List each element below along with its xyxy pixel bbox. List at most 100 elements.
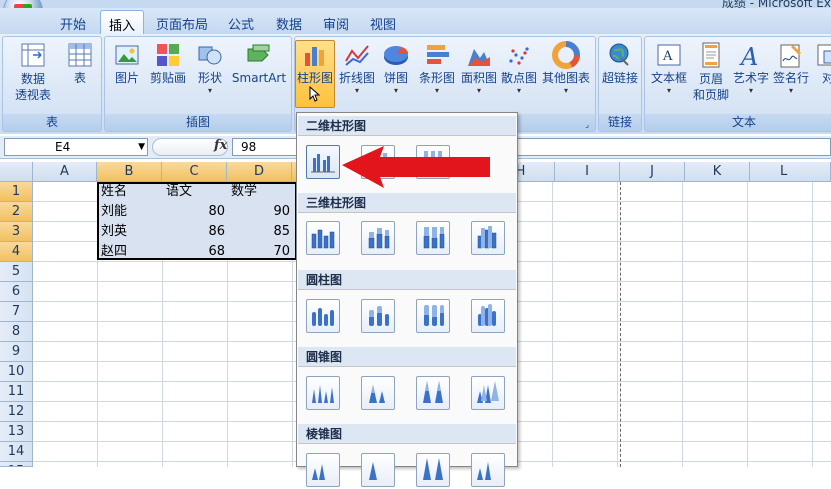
page-break-line — [620, 182, 621, 467]
cell-b3[interactable]: 刘英 — [101, 222, 127, 242]
signature-line-button[interactable]: 签名行 ▾ — [771, 41, 811, 95]
group-label-tables: 表 — [3, 114, 101, 131]
row-header-12[interactable]: 12 — [0, 402, 33, 422]
select-all-button[interactable] — [0, 162, 33, 182]
cell-b4[interactable]: 赵四 — [101, 242, 127, 262]
100-stacked-cylinder-option[interactable] — [416, 299, 450, 333]
column-header-k[interactable]: K — [685, 162, 750, 182]
group-label-text: 文本 — [645, 114, 831, 131]
hyperlink-button[interactable]: 超链接 — [599, 41, 641, 86]
object-button[interactable]: 对 — [815, 41, 831, 86]
wordart-button[interactable]: A 艺术字 ▾ — [731, 41, 771, 95]
cell-d3[interactable]: 85 — [231, 222, 290, 242]
column-header-a[interactable]: A — [33, 162, 97, 182]
3d-cylinder-option[interactable] — [471, 299, 505, 333]
other-charts-button[interactable]: 其他图表 ▾ — [539, 41, 593, 95]
pivot-table-icon — [19, 41, 47, 69]
clustered-cylinder-icon — [312, 308, 334, 326]
cell-c4[interactable]: 68 — [166, 242, 225, 262]
3d-stacked-column-icon — [368, 228, 390, 249]
row-header-5[interactable]: 5 — [0, 262, 33, 282]
clustered-cone-option[interactable] — [306, 376, 340, 410]
stacked-cone-option[interactable] — [361, 376, 395, 410]
cell-d1[interactable]: 数学 — [231, 182, 257, 202]
textbox-button[interactable]: A 文本框 ▾ — [649, 41, 689, 95]
stacked-pyramid-option[interactable] — [361, 453, 395, 487]
row-header-13[interactable]: 13 — [0, 422, 33, 442]
row-header-3[interactable]: 3 — [0, 222, 33, 242]
column-header-c[interactable]: C — [162, 162, 227, 182]
row-header-7[interactable]: 7 — [0, 302, 33, 322]
3d-column-option[interactable] — [471, 221, 505, 255]
column-header-l[interactable]: L — [750, 162, 831, 182]
3d-cone-option[interactable] — [471, 376, 505, 410]
group-tables: 数据 透视表 表 表 — [2, 36, 102, 132]
line-chart-button[interactable]: 折线图 ▾ — [337, 41, 377, 95]
signature-icon — [777, 41, 805, 69]
row-header-15[interactable]: 15 — [0, 462, 33, 467]
cell-d4[interactable]: 70 — [231, 242, 290, 262]
tab-home[interactable]: 开始 — [60, 14, 86, 33]
area-chart-button[interactable]: 面积图 ▾ — [459, 41, 499, 95]
clipart-button[interactable]: 剪贴画 — [147, 41, 189, 86]
tab-view[interactable]: 视图 — [370, 14, 396, 33]
cell-b1[interactable]: 姓名 — [101, 182, 127, 202]
3d-pyramid-option[interactable] — [471, 453, 505, 487]
stacked-cylinder-option[interactable] — [361, 299, 395, 333]
3d-stacked-column-option[interactable] — [361, 221, 395, 255]
title-bar: 成绩 - Microsoft Ex — [0, 0, 831, 10]
pivot-table-button[interactable]: 数据 透视表 — [9, 41, 57, 103]
textbox-icon: A — [655, 41, 683, 69]
shapes-button[interactable]: 形状 ▾ — [193, 41, 227, 95]
column-header-i[interactable]: I — [555, 162, 620, 182]
cell-b2[interactable]: 刘能 — [101, 202, 127, 222]
row-header-4[interactable]: 4 — [0, 242, 33, 262]
column-header-d[interactable]: D — [227, 162, 292, 182]
row-header-11[interactable]: 11 — [0, 382, 33, 402]
shapes-icon — [196, 41, 224, 69]
tab-page-layout[interactable]: 页面布局 — [156, 14, 208, 33]
cell-d2[interactable]: 90 — [231, 202, 290, 222]
row-header-14[interactable]: 14 — [0, 442, 33, 462]
100-stacked-pyramid-option[interactable] — [416, 453, 450, 487]
clipart-icon — [154, 41, 182, 69]
column-header-b[interactable]: B — [97, 162, 162, 182]
row-header-9[interactable]: 9 — [0, 342, 33, 362]
pie-chart-button[interactable]: 饼图 ▾ — [379, 41, 413, 95]
bar-chart-button[interactable]: 条形图 ▾ — [415, 41, 459, 95]
object-icon — [815, 41, 831, 69]
clustered-cylinder-option[interactable] — [306, 299, 340, 333]
row-header-10[interactable]: 10 — [0, 362, 33, 382]
cell-c1[interactable]: 语文 — [166, 182, 192, 202]
100-stacked-cone-option[interactable] — [416, 376, 450, 410]
3d-clustered-column-option[interactable] — [306, 221, 340, 255]
scatter-chart-button[interactable]: 散点图 ▾ — [499, 41, 539, 95]
table-button[interactable]: 表 — [65, 41, 95, 86]
picture-button[interactable]: 图片 — [111, 41, 143, 86]
column-chart-button[interactable]: 柱形图 — [295, 40, 335, 108]
smartart-button[interactable]: SmartArt — [229, 41, 289, 86]
name-box[interactable]: E4 ▼ — [4, 138, 148, 156]
chevron-down-icon: ▾ — [354, 86, 359, 95]
tab-formulas[interactable]: 公式 — [228, 14, 254, 33]
row-header-1[interactable]: 1 — [0, 182, 33, 202]
cell-c3[interactable]: 86 — [166, 222, 225, 242]
cell-c2[interactable]: 80 — [166, 202, 225, 222]
column-header-j[interactable]: J — [620, 162, 685, 182]
insert-function-icon[interactable]: fx — [214, 138, 227, 153]
dialog-launcher-icon[interactable]: ⌟ — [585, 120, 589, 129]
tab-insert[interactable]: 插入 — [100, 10, 145, 34]
row-header-8[interactable]: 8 — [0, 322, 33, 342]
clustered-pyramid-option[interactable] — [306, 453, 340, 487]
tab-data[interactable]: 数据 — [276, 14, 302, 33]
stacked-cone-icon — [369, 385, 385, 403]
row-header-6[interactable]: 6 — [0, 282, 33, 302]
clustered-column-option[interactable] — [306, 145, 340, 179]
tab-review[interactable]: 审阅 — [323, 14, 349, 33]
header-footer-button[interactable]: 页眉 和页脚 — [689, 41, 733, 103]
row-header-2[interactable]: 2 — [0, 202, 33, 222]
section-3d-column: 三维柱形图 — [298, 193, 516, 213]
3d-100-stacked-column-option[interactable] — [416, 221, 450, 255]
chevron-down-icon[interactable]: ▼ — [138, 139, 145, 155]
3d-cylinder-icon — [478, 304, 496, 326]
